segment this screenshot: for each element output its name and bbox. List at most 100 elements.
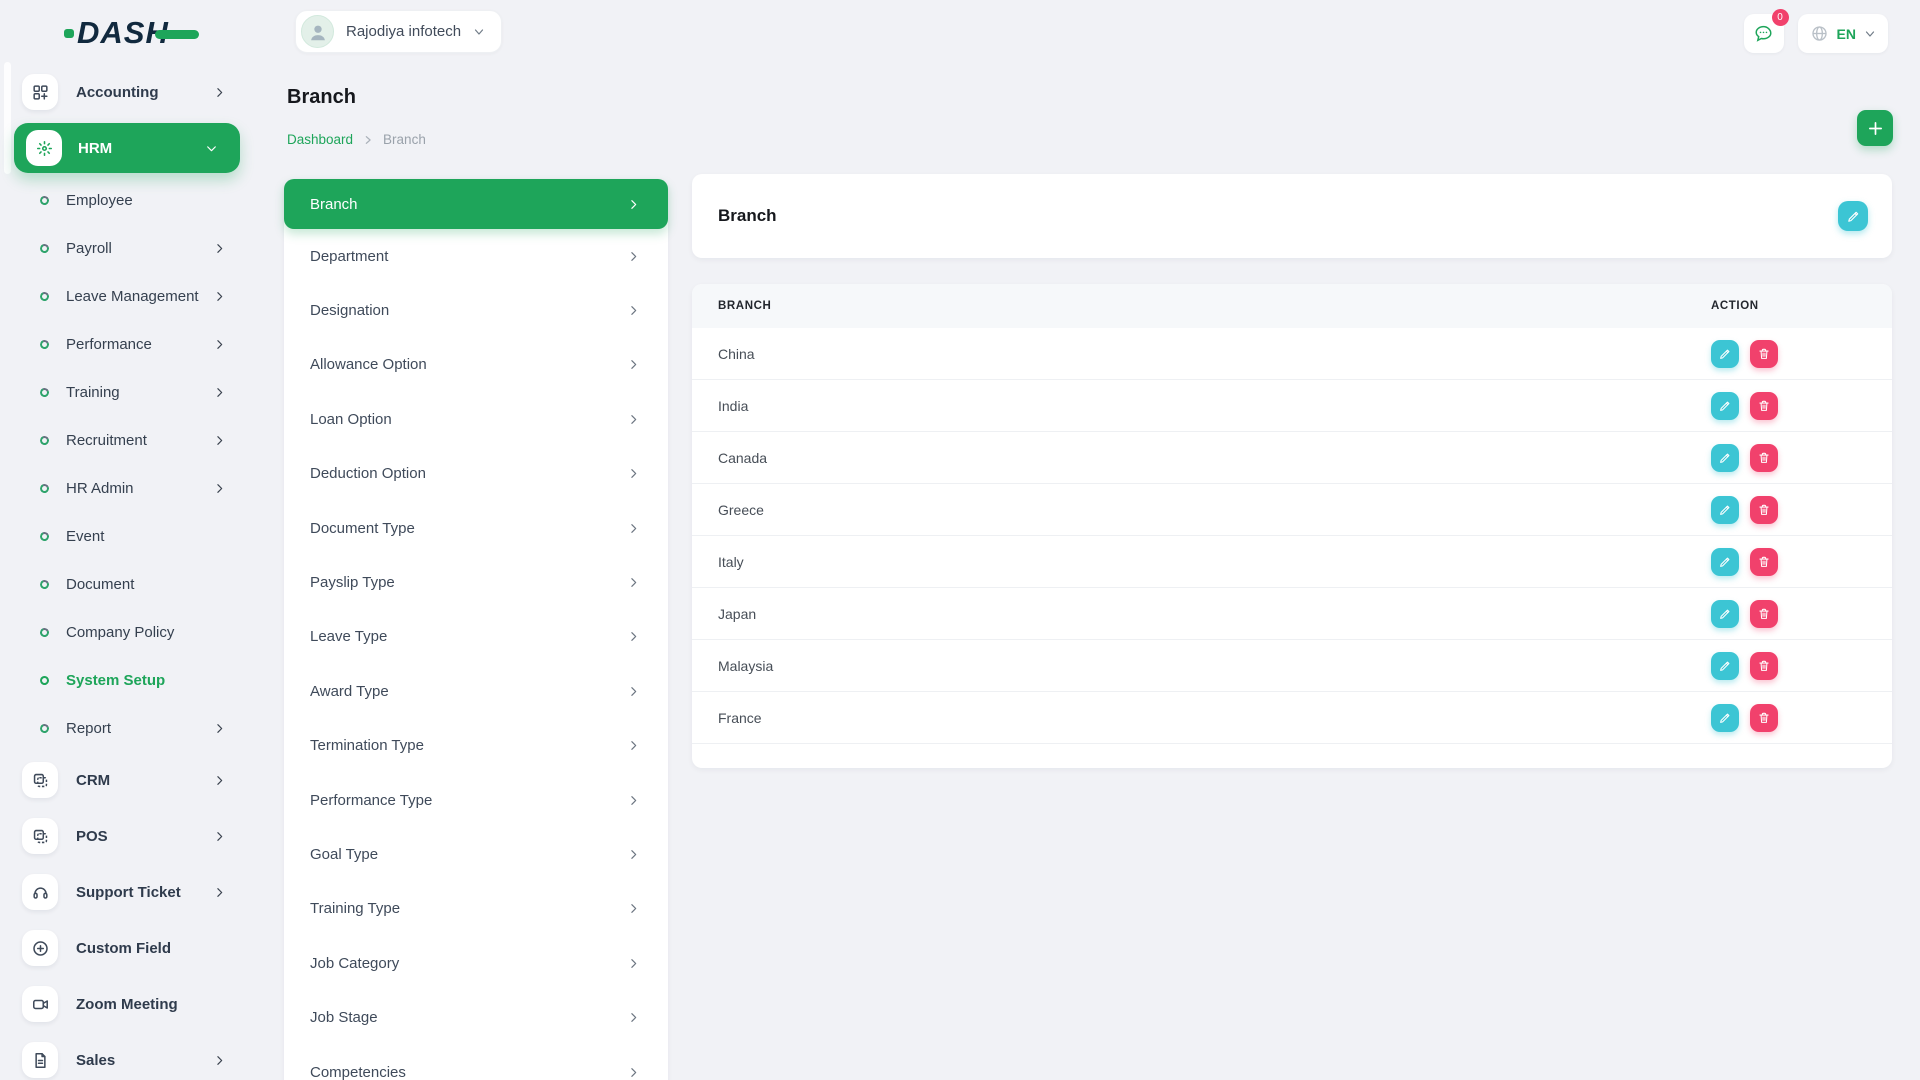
sidebar-item-recruitment[interactable]: Recruitment (0, 416, 260, 464)
setup-menu-item-payslip-type[interactable]: Payslip Type (284, 555, 668, 609)
edit-panel-button[interactable] (1838, 201, 1868, 231)
row-actions (1702, 704, 1892, 732)
table-row-india: India (692, 380, 1892, 432)
pencil-icon (1718, 451, 1732, 465)
add-branch-button[interactable] (1857, 110, 1893, 146)
copy-icon (22, 818, 58, 854)
company-switcher[interactable]: Rajodiya infotech (295, 10, 502, 53)
sidebar-item-hrm[interactable]: HRM (14, 123, 240, 173)
pencil-icon (1846, 209, 1861, 224)
setup-menu-item-designation[interactable]: Designation (284, 283, 668, 337)
row-actions (1702, 444, 1892, 472)
delete-button[interactable] (1750, 392, 1778, 420)
bullet-icon (39, 290, 51, 302)
table-row-italy: Italy (692, 536, 1892, 588)
setup-menu-item-job-stage[interactable]: Job Stage (284, 990, 668, 1044)
bullet-icon (39, 530, 51, 542)
setup-menu-item-department[interactable]: Department (284, 229, 668, 283)
column-header-action: Action (1702, 300, 1892, 312)
delete-button[interactable] (1750, 496, 1778, 524)
logo-dot (64, 29, 74, 38)
sidebar-item-payroll[interactable]: Payroll (0, 224, 260, 272)
sidebar-menu: Accounting HRM EmployeePayrollLeave Manage… (0, 64, 260, 1080)
row-actions (1702, 392, 1892, 420)
sidebar-item-label: Report (66, 720, 111, 737)
edit-button[interactable] (1711, 652, 1739, 680)
hrm-icon (26, 130, 62, 166)
app-logo[interactable]: DASH (64, 16, 199, 50)
delete-button[interactable] (1750, 704, 1778, 732)
sidebar-item-label: Zoom Meeting (76, 996, 178, 1013)
sidebar-item-event[interactable]: Event (0, 512, 260, 560)
setup-menu-item-job-category[interactable]: Job Category (284, 936, 668, 990)
sidebar-item-label: HRM (78, 140, 112, 157)
trash-icon (1757, 555, 1771, 569)
avatar (301, 15, 334, 48)
sidebar-item-crm[interactable]: CRM (0, 752, 260, 808)
sidebar-item-label: Custom Field (76, 940, 171, 957)
table-row-japan: Japan (692, 588, 1892, 640)
breadcrumb-dashboard-link[interactable]: Dashboard (287, 132, 353, 147)
sidebar: Accounting HRM EmployeePayrollLeave Manage… (0, 64, 260, 1080)
delete-button[interactable] (1750, 548, 1778, 576)
sidebar-item-label: POS (76, 828, 108, 845)
delete-button[interactable] (1750, 340, 1778, 368)
chevron-right-icon (627, 1011, 640, 1024)
sidebar-item-custom-field[interactable]: Custom Field (0, 920, 260, 976)
sidebar-item-training[interactable]: Training (0, 368, 260, 416)
bullet-icon (39, 338, 51, 350)
sidebar-item-accounting[interactable]: Accounting (0, 64, 260, 120)
edit-button[interactable] (1711, 496, 1739, 524)
setup-menu-item-deduction-option[interactable]: Deduction Option (284, 447, 668, 501)
delete-button[interactable] (1750, 444, 1778, 472)
trash-icon (1757, 711, 1771, 725)
delete-button[interactable] (1750, 600, 1778, 628)
setup-menu-item-document-type[interactable]: Document Type (284, 501, 668, 555)
edit-button[interactable] (1711, 444, 1739, 472)
sidebar-item-leave-management[interactable]: Leave Management (0, 272, 260, 320)
sidebar-item-sales[interactable]: Sales (0, 1032, 260, 1080)
setup-menu-item-label: Deduction Option (310, 465, 426, 482)
setup-menu-item-branch[interactable]: Branch (284, 179, 668, 229)
pencil-icon (1718, 399, 1732, 413)
setup-menu-item-termination-type[interactable]: Termination Type (284, 719, 668, 773)
setup-menu-item-award-type[interactable]: Award Type (284, 664, 668, 718)
bullet-icon (39, 386, 51, 398)
edit-button[interactable] (1711, 392, 1739, 420)
setup-menu-item-loan-option[interactable]: Loan Option (284, 392, 668, 446)
sidebar-item-pos[interactable]: POS (0, 808, 260, 864)
setup-menu-item-goal-type[interactable]: Goal Type (284, 827, 668, 881)
logo-dash (155, 30, 199, 39)
sidebar-item-hr-admin[interactable]: HR Admin (0, 464, 260, 512)
chevron-right-icon (627, 794, 640, 807)
row-actions (1702, 496, 1892, 524)
system-setup-menu-card: BranchDepartmentDesignationAllowance Opt… (284, 179, 668, 1080)
sidebar-item-document[interactable]: Document (0, 560, 260, 608)
sidebar-item-zoom-meeting[interactable]: Zoom Meeting (0, 976, 260, 1032)
setup-menu-item-label: Goal Type (310, 846, 378, 863)
setup-menu-item-allowance-option[interactable]: Allowance Option (284, 338, 668, 392)
sidebar-item-support-ticket[interactable]: Support Ticket (0, 864, 260, 920)
sidebar-item-employee[interactable]: Employee (0, 176, 260, 224)
setup-menu-item-label: Payslip Type (310, 574, 395, 591)
sidebar-item-report[interactable]: Report (0, 704, 260, 752)
language-selector[interactable]: EN (1798, 14, 1888, 53)
chevron-right-icon (213, 242, 226, 255)
edit-button[interactable] (1711, 548, 1739, 576)
edit-button[interactable] (1711, 600, 1739, 628)
chevron-down-icon (473, 26, 485, 38)
edit-button[interactable] (1711, 340, 1739, 368)
sidebar-item-label: Performance (66, 336, 152, 353)
setup-menu-item-competencies[interactable]: Competencies (284, 1045, 668, 1080)
setup-menu-item-label: Termination Type (310, 737, 424, 754)
setup-menu-item-leave-type[interactable]: Leave Type (284, 610, 668, 664)
edit-button[interactable] (1711, 704, 1739, 732)
messages-button[interactable]: 0 (1744, 14, 1784, 53)
setup-menu-item-performance-type[interactable]: Performance Type (284, 773, 668, 827)
sidebar-item-label: Company Policy (66, 624, 174, 641)
delete-button[interactable] (1750, 652, 1778, 680)
sidebar-item-performance[interactable]: Performance (0, 320, 260, 368)
sidebar-item-company-policy[interactable]: Company Policy (0, 608, 260, 656)
setup-menu-item-training-type[interactable]: Training Type (284, 882, 668, 936)
sidebar-item-system-setup[interactable]: System Setup (0, 656, 260, 704)
